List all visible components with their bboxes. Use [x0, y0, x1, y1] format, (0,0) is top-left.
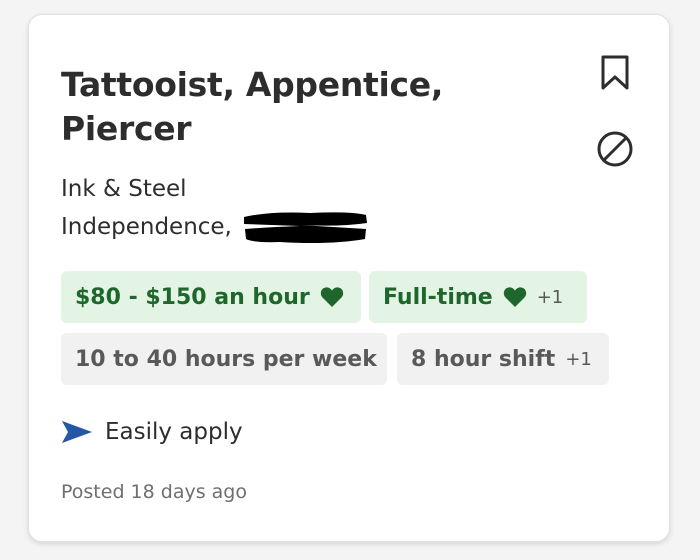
redaction-mark — [243, 212, 367, 243]
location-text: Independence, — [61, 214, 232, 240]
not-interested-button[interactable] — [595, 129, 635, 169]
salary-tag[interactable]: $80 - $150 an hour — [61, 271, 361, 323]
salary-text: $80 - $150 an hour — [75, 284, 310, 310]
shift-text: 8 hour shift — [411, 346, 556, 372]
bookmark-icon — [601, 55, 629, 90]
job-title-line1: Tattooist, Appentice, — [61, 65, 444, 104]
shift-more-count: +1 — [565, 348, 592, 370]
paper-plane-icon — [61, 420, 93, 444]
heart-icon — [320, 286, 344, 308]
save-job-button[interactable] — [597, 53, 633, 93]
job-title-line2: Piercer — [61, 109, 192, 148]
job-type-more-count: +1 — [536, 286, 564, 308]
job-title[interactable]: Tattooist, Appentice, Piercer — [61, 63, 541, 151]
job-card[interactable]: Tattooist, Appentice, Piercer Ink & Stee… — [28, 14, 670, 542]
posted-date: Posted 18 days ago — [61, 481, 247, 503]
job-type-tag[interactable]: Full-time +1 — [369, 271, 587, 323]
company-name[interactable]: Ink & Steel — [61, 173, 187, 205]
job-type-text: Full-time — [383, 284, 493, 310]
hours-tag[interactable]: 10 to 40 hours per week — [61, 333, 387, 385]
easily-apply-indicator: Easily apply — [61, 419, 243, 445]
job-location: Independence, — [61, 209, 370, 245]
hours-text: 10 to 40 hours per week — [75, 346, 377, 372]
heart-icon — [503, 286, 527, 308]
easily-apply-label: Easily apply — [105, 419, 243, 445]
shift-tag[interactable]: 8 hour shift +1 — [397, 333, 609, 385]
block-icon — [597, 131, 633, 167]
